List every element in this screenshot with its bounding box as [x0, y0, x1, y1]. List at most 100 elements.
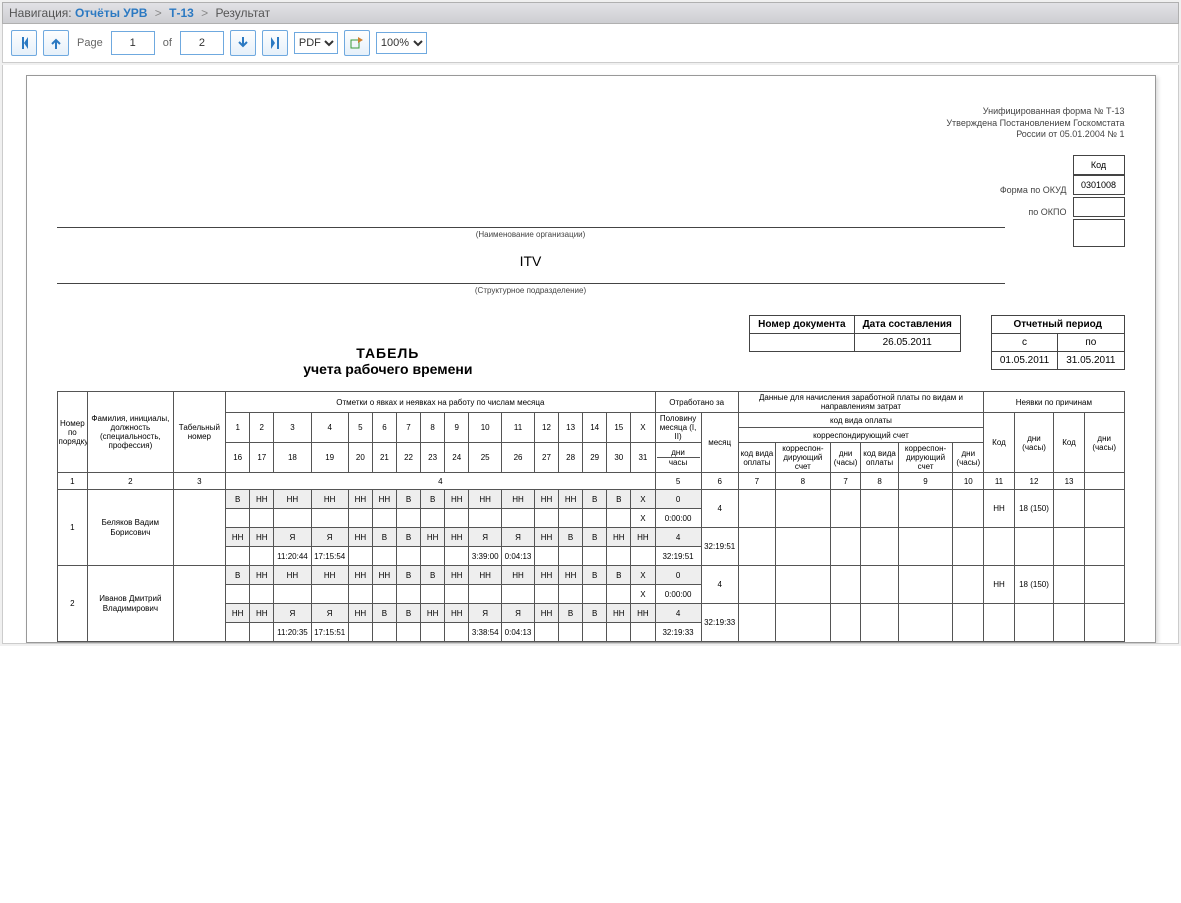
docnum-table: Номер документаДата составления 26.05.20…: [749, 315, 961, 352]
day-mark: Я: [311, 528, 348, 547]
day-mark: НН: [502, 566, 535, 585]
day-mark: НН: [250, 566, 274, 585]
day-val: [372, 509, 396, 528]
day-val: [396, 509, 420, 528]
day-mark: НН: [311, 566, 348, 585]
day-mark: НН: [445, 528, 469, 547]
day-val: [502, 585, 535, 604]
page-input[interactable]: [111, 31, 155, 55]
day-mark: НН: [534, 566, 558, 585]
half2-days: 4: [655, 604, 701, 623]
day-mark: НН: [559, 490, 583, 509]
day-val: [559, 585, 583, 604]
day-mark: В: [421, 566, 445, 585]
day-val: [534, 547, 558, 566]
period-table: Отчетный период спо 01.05.201131.05.2011: [991, 315, 1125, 370]
day-val: [421, 547, 445, 566]
doc-date: 26.05.2011: [854, 334, 960, 352]
abs-code: НН: [984, 490, 1015, 528]
day-mark: НН: [534, 604, 558, 623]
row-num: 1: [57, 490, 88, 566]
last-page-button[interactable]: [262, 30, 288, 56]
document-viewer: Унифицированная форма № Т-13 Утверждена …: [2, 65, 1179, 644]
day-val: [583, 623, 607, 642]
day-val: [559, 509, 583, 528]
day-mark: В: [226, 566, 250, 585]
prev-page-button[interactable]: [43, 30, 69, 56]
th-payroll: Данные для начисления заработной платы п…: [738, 392, 983, 413]
dept-name-caption: (Структурное подразделение): [57, 286, 1005, 295]
day-mark: НН: [250, 490, 274, 509]
next-page-button[interactable]: [230, 30, 256, 56]
day-val: X: [631, 509, 655, 528]
day-mark: НН: [274, 566, 311, 585]
day-val: [421, 509, 445, 528]
day-val: [226, 547, 250, 566]
half2-hours: 32:19:33: [655, 623, 701, 642]
day-mark: В: [372, 528, 396, 547]
day-val: [226, 509, 250, 528]
th-tabnum: Табельный номер: [173, 392, 226, 473]
day-val: [250, 547, 274, 566]
day-val: [421, 623, 445, 642]
day-val: [396, 585, 420, 604]
day-val: [631, 623, 655, 642]
breadcrumb-link-reports[interactable]: Отчёты УРВ: [75, 6, 147, 20]
day-mark: В: [396, 528, 420, 547]
day-val: [445, 509, 469, 528]
day-mark: НН: [311, 490, 348, 509]
day-val: [607, 509, 631, 528]
breadcrumb-link-t13[interactable]: Т-13: [169, 6, 194, 20]
period-to: 31.05.2011: [1058, 352, 1124, 370]
day-mark: В: [559, 528, 583, 547]
day-val: [274, 509, 311, 528]
day-mark: В: [583, 604, 607, 623]
report-page: Унифицированная форма № Т-13 Утверждена …: [26, 75, 1156, 643]
day-val: [311, 585, 348, 604]
org-name-line: [57, 213, 1005, 228]
day-mark: НН: [250, 528, 274, 547]
month-hours: 32:19:33: [701, 604, 738, 642]
day-val: [583, 509, 607, 528]
day-mark: В: [372, 604, 396, 623]
day-mark: НН: [631, 604, 655, 623]
th-marks: Отметки о явках и неявках на работу по ч…: [226, 392, 655, 413]
day-mark: НН: [421, 528, 445, 547]
day-val: 3:39:00: [469, 547, 502, 566]
day-mark: НН: [469, 490, 502, 509]
day-val: [631, 547, 655, 566]
half1-hours: 0:00:00: [655, 585, 701, 604]
first-page-button[interactable]: [11, 30, 37, 56]
day-val: [502, 509, 535, 528]
day-val: [348, 547, 372, 566]
month-days: 4: [701, 490, 738, 528]
day-mark: Я: [311, 604, 348, 623]
day-val: [348, 585, 372, 604]
day-val: [396, 547, 420, 566]
day-val: [445, 547, 469, 566]
day-val: [445, 623, 469, 642]
export-button[interactable]: [344, 30, 370, 56]
day-val: [583, 547, 607, 566]
zoom-select[interactable]: 100%: [376, 32, 427, 54]
day-mark: В: [583, 566, 607, 585]
day-val: [607, 585, 631, 604]
day-mark: В: [583, 490, 607, 509]
breadcrumb: Навигация: Отчёты УРВ > Т-13 > Результат: [2, 2, 1179, 24]
th-absence: Неявки по причинам: [984, 392, 1124, 413]
day-mark: НН: [348, 528, 372, 547]
format-select[interactable]: PDF: [294, 32, 338, 54]
day-val: 11:20:44: [274, 547, 311, 566]
day-val: [421, 585, 445, 604]
day-mark: Я: [274, 604, 311, 623]
day-val: 11:20:35: [274, 623, 311, 642]
toolbar: Page of PDF 100%: [2, 24, 1179, 63]
day-val: [348, 623, 372, 642]
day-val: [372, 585, 396, 604]
row-tabnum: [173, 490, 226, 566]
day-val: [250, 509, 274, 528]
day-mark: НН: [226, 604, 250, 623]
day-val: [445, 585, 469, 604]
day-mark: В: [607, 566, 631, 585]
day-val: [534, 585, 558, 604]
